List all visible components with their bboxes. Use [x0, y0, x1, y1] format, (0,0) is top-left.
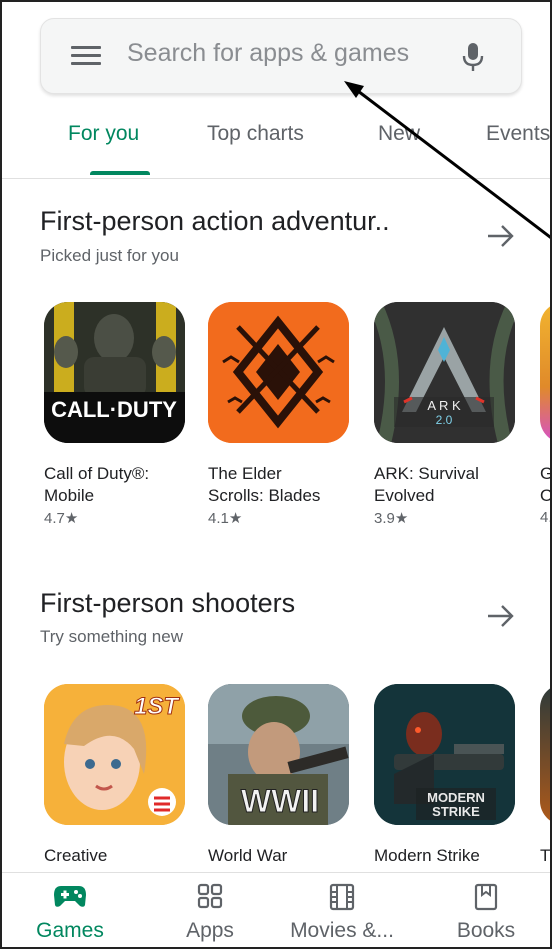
app-icon: 1ST — [44, 684, 185, 825]
app-rating: 3.9★ — [374, 510, 409, 527]
app-icon — [208, 302, 349, 443]
app-name: Modern Strike — [374, 846, 480, 865]
app-name: Creative — [44, 846, 108, 865]
gamepad-icon — [54, 886, 86, 907]
nav-label: Movies &... — [290, 919, 394, 942]
app-rating: 4.7★ — [44, 510, 79, 527]
app-card[interactable]: Th — [540, 684, 551, 867]
app-name: World War — [208, 846, 288, 865]
tab-top-charts[interactable]: Top charts — [207, 122, 304, 146]
tab-events[interactable]: Events — [486, 122, 550, 146]
app-icon: CALL·DUTY — [44, 302, 185, 443]
menu-icon[interactable] — [71, 46, 101, 70]
svg-text:STRIKE: STRIKE — [432, 804, 480, 819]
app-card[interactable]: Gr Or 4. — [540, 302, 552, 526]
section-subtitle: Picked just for you — [40, 246, 179, 265]
app-rating: 4.1★ — [208, 510, 243, 527]
svg-text:1ST: 1ST — [134, 693, 180, 720]
nav-label: Games — [36, 919, 104, 942]
app-icon: WWII — [208, 684, 349, 825]
arrow-right-icon[interactable] — [486, 224, 516, 248]
nav-apps[interactable]: Apps — [150, 873, 270, 947]
app-card[interactable]: MODERN STRIKE Modern Strike — [374, 684, 524, 867]
app-icon: MODERN STRIKE — [374, 684, 515, 825]
arrow-right-icon[interactable] — [486, 604, 516, 628]
app-card[interactable]: 1ST Creative — [44, 684, 194, 867]
search-input[interactable]: Search for apps & games — [127, 39, 409, 68]
active-tab-indicator — [90, 171, 150, 175]
svg-text:WWII: WWII — [241, 783, 319, 819]
app-card[interactable]: The Elder Scrolls: Blades 4.1★ — [208, 302, 358, 527]
app-card[interactable]: WWII World War — [208, 684, 358, 867]
svg-text:A R K: A R K — [427, 398, 461, 413]
tab-for-you[interactable]: For you — [68, 122, 139, 146]
mic-icon[interactable] — [461, 41, 485, 73]
app-name: Th — [540, 846, 551, 865]
app-icon — [540, 684, 550, 825]
bottom-navigation: Games Apps Movies &... Books — [2, 872, 550, 947]
nav-games[interactable]: Games — [10, 873, 130, 947]
bookmark-icon — [474, 883, 498, 911]
app-name: The Elder Scrolls: Blades — [208, 464, 321, 505]
svg-text:MODERN: MODERN — [427, 790, 485, 805]
app-icon — [540, 302, 550, 443]
svg-text:CALL·DUTY: CALL·DUTY — [51, 397, 177, 422]
search-bar[interactable]: Search for apps & games — [40, 18, 522, 94]
app-name: ARK: Survival Evolved — [374, 464, 479, 505]
app-rating: 4. — [540, 509, 552, 526]
section-title[interactable]: First-person action adventur.. — [40, 206, 390, 237]
svg-text:2.0: 2.0 — [436, 413, 453, 427]
app-card[interactable]: A R K 2.0 ARK: Survival Evolved 3.9★ — [374, 302, 524, 527]
nav-label: Books — [456, 919, 516, 942]
app-icon: A R K 2.0 — [374, 302, 515, 443]
app-name: Call of Duty®: Mobile — [44, 464, 150, 505]
play-store-screen: Search for apps & games For you Top char… — [0, 0, 552, 949]
film-icon — [329, 883, 355, 911]
app-card[interactable]: CALL·DUTY Call of Duty®: Mobile 4.7★ — [44, 302, 194, 527]
section-subtitle: Try something new — [40, 627, 183, 646]
apps-grid-icon — [197, 883, 223, 909]
nav-label: Apps — [186, 919, 234, 942]
nav-movies[interactable]: Movies &... — [282, 873, 402, 947]
tab-bar: For you Top charts New Events — [2, 98, 550, 179]
nav-books[interactable]: Books — [426, 873, 546, 947]
tab-new[interactable]: New — [378, 122, 420, 146]
section-title[interactable]: First-person shooters — [40, 588, 295, 619]
app-name: Gr Or — [540, 464, 552, 505]
